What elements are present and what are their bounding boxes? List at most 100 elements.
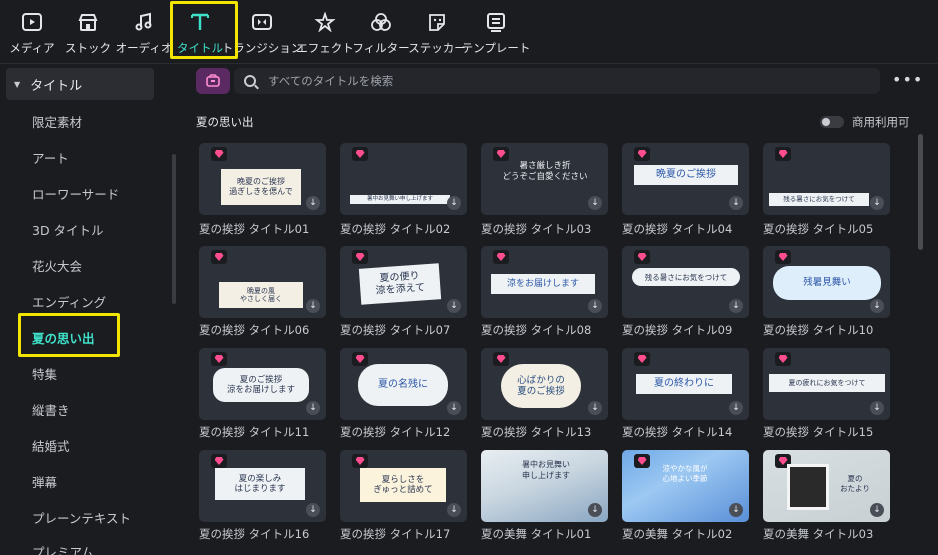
sidebar-item-danmaku[interactable]: 弾幕 (32, 472, 57, 491)
card-preview-text: 涼やかな風が 心地よい季節 (662, 464, 708, 484)
title-card[interactable]: 夏の終わりに (622, 348, 749, 420)
search-icon (244, 75, 256, 87)
sidebar-item-exclusive[interactable]: 限定素材 (32, 112, 82, 131)
card-label: 夏の挨拶 タイトル05 (763, 222, 874, 236)
premium-gem-icon (775, 250, 791, 264)
tab-effect[interactable]: エフェクト (296, 0, 354, 60)
download-icon[interactable] (306, 299, 320, 313)
title-card[interactable]: 夏のご挨拶 涼をお届けします (199, 348, 326, 420)
sidebar-item-wedding[interactable]: 結婚式 (32, 436, 70, 455)
title-card[interactable]: 晩夏のご挨拶 (622, 143, 749, 215)
download-icon[interactable] (729, 503, 743, 517)
card-preview-text: 残る暑さにお気をつけて (769, 193, 869, 206)
card-preview-text: 夏の おたより (840, 474, 870, 494)
premium-gem-icon (211, 352, 227, 366)
title-card[interactable]: 夏らしさを ぎゅっと詰めて (340, 450, 467, 522)
title-card[interactable]: 残る暑さにお気をつけて (763, 143, 890, 215)
search-input[interactable] (268, 74, 828, 88)
tab-filter[interactable]: フィルター (352, 0, 410, 60)
title-card[interactable]: 暑中お見舞い 申し上げます (481, 450, 608, 522)
title-card[interactable]: 心ばかりの 夏のご挨拶 (481, 348, 608, 420)
card-label: 夏の挨拶 タイトル04 (622, 222, 733, 236)
title-card[interactable]: 夏の名残に (340, 348, 467, 420)
title-card[interactable]: 夏の楽しみ はじまります (199, 450, 326, 522)
title-card[interactable]: 夏の疲れにお気をつけて (763, 348, 890, 420)
card-preview-text: 夏の名残に (358, 364, 448, 406)
sidebar-item-art[interactable]: アート (32, 148, 69, 167)
tab-media-label: メディア (9, 41, 55, 55)
commercial-use-toggle[interactable] (820, 116, 844, 128)
title-card[interactable]: 暑中お見舞い申し上げます (340, 143, 467, 215)
sidebar-scrollbar[interactable] (172, 154, 176, 304)
ai-title-button[interactable] (196, 68, 230, 94)
title-card[interactable]: 夏の便り 涼を添えて (340, 246, 467, 318)
photo-frame (787, 464, 829, 510)
download-icon[interactable] (447, 401, 461, 415)
sidebar-item-ending[interactable]: エンディング (32, 292, 106, 311)
sidebar-item-vertical[interactable]: 縦書き (32, 400, 70, 419)
card-label: 夏の美舞 タイトル01 (481, 527, 592, 541)
premium-gem-icon (493, 250, 509, 264)
download-icon[interactable] (729, 196, 743, 210)
download-icon[interactable] (870, 503, 884, 517)
title-card[interactable]: 残暑見舞い (763, 246, 890, 318)
more-options-icon[interactable]: ••• (892, 70, 923, 89)
download-icon[interactable] (306, 503, 320, 517)
commercial-use-toggle-group: 商用利用可 (820, 114, 910, 130)
download-icon[interactable] (306, 401, 320, 415)
ai-box-icon (206, 74, 220, 87)
download-icon[interactable] (870, 196, 884, 210)
media-icon (20, 10, 44, 34)
sidebar-header-title[interactable]: ▼ タイトル (6, 68, 154, 100)
sidebar-item-premium[interactable]: プレミアム (32, 542, 94, 555)
tab-template[interactable]: テンプレート (462, 0, 530, 60)
download-icon[interactable] (588, 299, 602, 313)
tab-template-label: テンプレート (461, 41, 531, 55)
title-card[interactable]: 暑さ厳しき折 どうぞご自愛ください (481, 143, 608, 215)
download-icon[interactable] (588, 401, 602, 415)
title-card[interactable]: 夏の おたより (763, 450, 890, 522)
card-preview-text: 涼をお届けします (491, 274, 595, 294)
card-preview-text: 暑さ厳しき折 どうぞご自愛ください (502, 161, 588, 183)
card-preview-text: 暑中お見舞い 申し上げます (522, 460, 570, 480)
download-icon[interactable] (870, 299, 884, 313)
commercial-use-label: 商用利用可 (852, 115, 910, 129)
card-label: 夏の挨拶 タイトル01 (199, 222, 310, 236)
card-preview-text: 夏の楽しみ はじまります (215, 468, 305, 500)
tab-audio[interactable]: オーディオ (116, 0, 172, 60)
title-card[interactable]: 涼をお届けします (481, 246, 608, 318)
title-card[interactable]: 涼やかな風が 心地よい季節 (622, 450, 749, 522)
title-card[interactable]: 残る暑さにお気をつけて (622, 246, 749, 318)
sidebar-item-3d-title[interactable]: 3D タイトル (32, 220, 104, 239)
download-icon[interactable] (306, 196, 320, 210)
card-preview-text: 夏の便り 涼を添えて (358, 263, 442, 305)
sidebar-item-summer-memories[interactable]: 夏の思い出 (32, 328, 95, 347)
sidebar-item-plain-text[interactable]: プレーンテキスト (32, 508, 131, 527)
tab-media[interactable]: メディア (8, 0, 56, 60)
download-icon[interactable] (447, 503, 461, 517)
tab-sticker[interactable]: ステッカー (408, 0, 466, 60)
main-scrollbar[interactable] (918, 134, 923, 250)
download-icon[interactable] (588, 503, 602, 517)
card-label: 夏の挨拶 タイトル10 (763, 323, 874, 337)
title-card[interactable]: 晩夏の風 やさしく届く (199, 246, 326, 318)
card-label: 夏の挨拶 タイトル08 (481, 323, 592, 337)
premium-gem-icon (775, 352, 791, 366)
sidebar-item-fireworks[interactable]: 花火大会 (32, 256, 82, 275)
sidebar-item-featured[interactable]: 特集 (32, 364, 57, 383)
card-label: 夏の挨拶 タイトル15 (763, 425, 874, 439)
title-card[interactable]: 晩夏のご挨拶 過ぎしきを偲んで (199, 143, 326, 215)
download-icon[interactable] (729, 299, 743, 313)
tab-transition[interactable]: トランジション (222, 0, 302, 60)
download-icon[interactable] (447, 299, 461, 313)
sidebar-item-lower-third[interactable]: ローワーサード (32, 184, 119, 203)
download-icon[interactable] (588, 196, 602, 210)
tab-stock[interactable]: ストック (64, 0, 112, 60)
download-icon[interactable] (870, 401, 884, 415)
download-icon[interactable] (447, 196, 461, 210)
tab-transition-label: トランジション (221, 41, 303, 55)
tab-title[interactable]: タイトル (176, 0, 224, 60)
card-label: 夏の挨拶 タイトル06 (199, 323, 310, 337)
title-icon (188, 10, 212, 34)
download-icon[interactable] (729, 401, 743, 415)
